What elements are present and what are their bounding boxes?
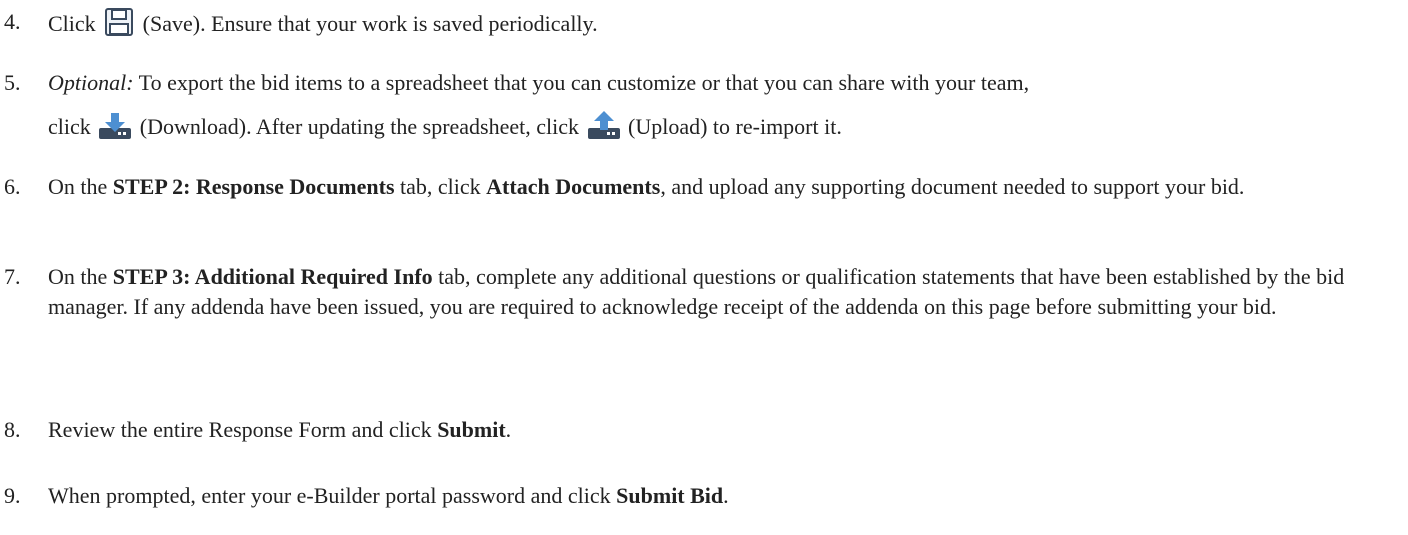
download-icon bbox=[98, 112, 132, 148]
step-text: Click (Save). Ensure that your work is s… bbox=[48, 7, 1400, 45]
button-name: Attach Documents bbox=[486, 174, 661, 199]
step-text: On the STEP 2: Response Documents tab, c… bbox=[48, 174, 1245, 199]
step-5: 5. Optional: To export the bid items to … bbox=[0, 68, 1408, 158]
step-text: When prompted, enter your e-Builder port… bbox=[48, 483, 729, 508]
step-number: 9. bbox=[4, 483, 21, 508]
upload-icon bbox=[587, 110, 621, 148]
step-text-line2: click (Download). After updating the spr… bbox=[48, 110, 842, 148]
step-text: On the STEP 3: Additional Required Info … bbox=[48, 264, 1345, 319]
save-icon bbox=[103, 7, 135, 45]
tab-name: STEP 2: Response Documents bbox=[112, 174, 395, 199]
step-number: 7. bbox=[4, 264, 21, 289]
step-text: Review the entire Response Form and clic… bbox=[48, 417, 512, 442]
step-number: 8. bbox=[4, 417, 21, 442]
step-number: 4. bbox=[4, 9, 21, 34]
button-name: Submit Bid bbox=[616, 483, 724, 508]
step-number: 5. bbox=[4, 70, 21, 95]
optional-label: Optional: bbox=[48, 70, 134, 95]
button-name: Submit bbox=[437, 417, 506, 442]
step-number: 6. bbox=[4, 174, 21, 199]
step-text: Optional: To export the bid items to a s… bbox=[48, 70, 1030, 95]
tab-name: STEP 3: Additional Required Info bbox=[112, 264, 433, 289]
